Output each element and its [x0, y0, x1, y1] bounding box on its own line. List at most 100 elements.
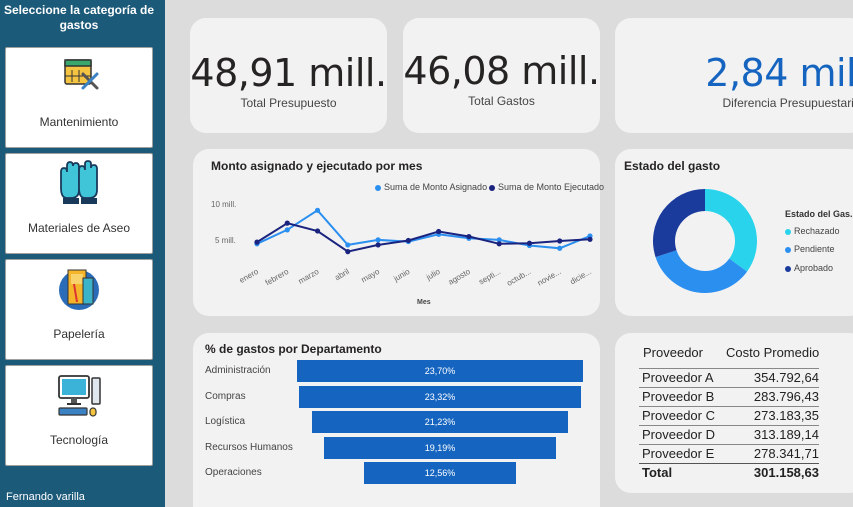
x-tick-label: enero — [238, 267, 261, 285]
funnel-bar[interactable]: 23,70% — [297, 360, 583, 382]
kpi-label: Diferencia Presupuestaria — [722, 96, 853, 110]
computer-icon — [58, 375, 101, 417]
data-point[interactable] — [254, 239, 260, 245]
legend-rechazado[interactable]: Rechazado — [785, 226, 840, 236]
x-tick-label: octub... — [505, 267, 532, 288]
x-tick-label: septi... — [477, 267, 502, 287]
provider-name: Proveedor C — [642, 408, 715, 423]
funnel-chart-title: % de gastos por Departamento — [205, 342, 382, 356]
gloves-icon — [60, 160, 98, 204]
provider-cost: 273.183,35 — [753, 408, 819, 423]
provider-cost: 283.796,43 — [753, 389, 819, 404]
total-label: Total — [642, 465, 673, 480]
data-point[interactable] — [557, 245, 563, 251]
category-button-tecnologia[interactable]: Tecnología — [5, 365, 153, 466]
table-row[interactable]: Proveedor B 283.796,43 — [639, 387, 819, 406]
data-point[interactable] — [496, 241, 502, 247]
funnel-bar[interactable]: 12,56% — [364, 462, 516, 484]
provider-name: Proveedor E — [642, 446, 715, 461]
provider-table-card: Proveedor Costo Promedio Proveedor A 354.… — [615, 333, 853, 493]
provider-cost: 354.792,64 — [753, 370, 819, 385]
stationery-icon — [59, 269, 99, 310]
funnel-category-label: Compras — [205, 390, 246, 402]
table-row[interactable]: Proveedor D 313.189,14 — [639, 425, 819, 444]
provider-cost: 278.341,71 — [753, 446, 819, 461]
y-tick-label: 10 mill. — [211, 200, 236, 209]
category-button-papeleria[interactable]: Papelería — [5, 259, 153, 360]
category-label: Materiales de Aseo — [27, 221, 131, 235]
data-point[interactable] — [375, 237, 381, 243]
donut-slices — [653, 189, 757, 293]
x-tick-label: junio — [391, 267, 411, 284]
legend-label: Aprobado — [794, 263, 834, 273]
donut-legend-title: Estado del Gas... — [785, 209, 853, 219]
provider-name: Proveedor A — [642, 370, 714, 385]
sidebar-title: Seleccione la categoría de gastos — [3, 3, 155, 32]
legend-label: Pendiente — [794, 244, 835, 254]
kpi-card-total-presupuesto: 48,91 mill. Total Presupuesto — [190, 18, 387, 133]
legend-dot — [785, 228, 791, 235]
data-point[interactable] — [345, 242, 351, 248]
table-total-row: Total 301.158,63 — [639, 463, 819, 482]
x-tick-label: abril — [333, 267, 351, 282]
data-point[interactable] — [405, 237, 411, 244]
category-label: Tecnología — [49, 433, 109, 447]
category-button-mantenimiento[interactable]: Mantenimiento — [5, 47, 153, 148]
legend-aprobado[interactable]: Aprobado — [785, 263, 833, 273]
x-tick-label: mayo — [360, 267, 382, 285]
author-name: Fernando varilla — [6, 491, 85, 503]
data-point[interactable] — [587, 236, 593, 242]
y-tick-label: 5 mill. — [215, 236, 236, 245]
donut-chart-card: Estado del gasto Estado del Gas... Recha… — [615, 149, 853, 316]
month-labels: enero febrero marzo abril mayo junio julio agos… — [238, 267, 593, 288]
legend-dot — [785, 265, 791, 272]
category-label: Papelería — [53, 327, 105, 341]
data-point[interactable] — [314, 228, 321, 234]
funnel-category-label: Operaciones — [205, 467, 262, 478]
data-point[interactable] — [375, 242, 381, 248]
donut-chart-plot — [653, 189, 757, 293]
table-row[interactable]: Proveedor E 278.341,71 — [639, 444, 819, 463]
funnel-category-label: Recursos Humanos — [205, 441, 293, 453]
tools-calendar-icon — [64, 59, 99, 90]
kpi-label: Total Presupuesto — [240, 96, 337, 110]
x-tick-label: febrero — [264, 267, 291, 288]
table-row[interactable]: Proveedor C 273.183,35 — [639, 406, 819, 425]
kpi-value: 46,08 mill. — [403, 49, 600, 93]
data-point[interactable] — [314, 207, 321, 213]
x-tick-label: agosto — [447, 267, 473, 287]
data-point[interactable] — [557, 238, 563, 244]
data-point[interactable] — [284, 227, 290, 233]
kpi-label: Total Gastos — [468, 94, 535, 108]
line-chart-card: Monto asignado y ejecutado por mes Suma … — [193, 149, 604, 316]
column-header-costo[interactable]: Costo Promedio — [726, 345, 819, 360]
funnel-bar[interactable]: 19,19% — [324, 436, 556, 459]
funnel-category-label: Logística — [205, 416, 246, 427]
provider-name: Proveedor D — [642, 427, 715, 442]
funnel-chart-card: % de gastos por Departamento Administrac… — [193, 333, 600, 507]
funnel-bar[interactable]: 21,23% — [311, 411, 569, 433]
legend-pendiente[interactable]: Pendiente — [785, 244, 835, 254]
donut-slice-rechazado[interactable] — [705, 189, 757, 272]
data-point[interactable] — [526, 240, 533, 246]
x-tick-label: julio — [424, 267, 442, 283]
total-value: 301.158,63 — [753, 465, 819, 480]
category-button-materiales-aseo[interactable]: Materiales de Aseo — [5, 153, 153, 254]
legend-label: Rechazado — [794, 226, 840, 236]
line-series-group — [254, 207, 593, 255]
funnel-category-label: Administración — [205, 365, 271, 376]
column-header-proveedor[interactable]: Proveedor — [643, 345, 703, 360]
legend-dot — [785, 246, 791, 253]
data-point[interactable] — [466, 233, 472, 240]
data-point[interactable] — [345, 249, 351, 255]
x-tick-label: novie... — [536, 267, 563, 288]
donut-slice-aprobado[interactable] — [653, 189, 705, 258]
data-point[interactable] — [436, 228, 442, 235]
data-point[interactable] — [284, 220, 290, 226]
funnel-bar[interactable]: 23,32% — [299, 385, 581, 408]
line-chart-plot: 10 mill. 5 mill. Mes enero febrero marzo ab… — [211, 200, 593, 306]
category-sidebar: Seleccione la categoría de gastos Manten… — [0, 0, 165, 507]
provider-cost: 313.189,14 — [753, 427, 819, 442]
x-tick-label: dicie... — [568, 267, 593, 286]
table-row[interactable]: Proveedor A 354.792,64 — [639, 368, 819, 387]
